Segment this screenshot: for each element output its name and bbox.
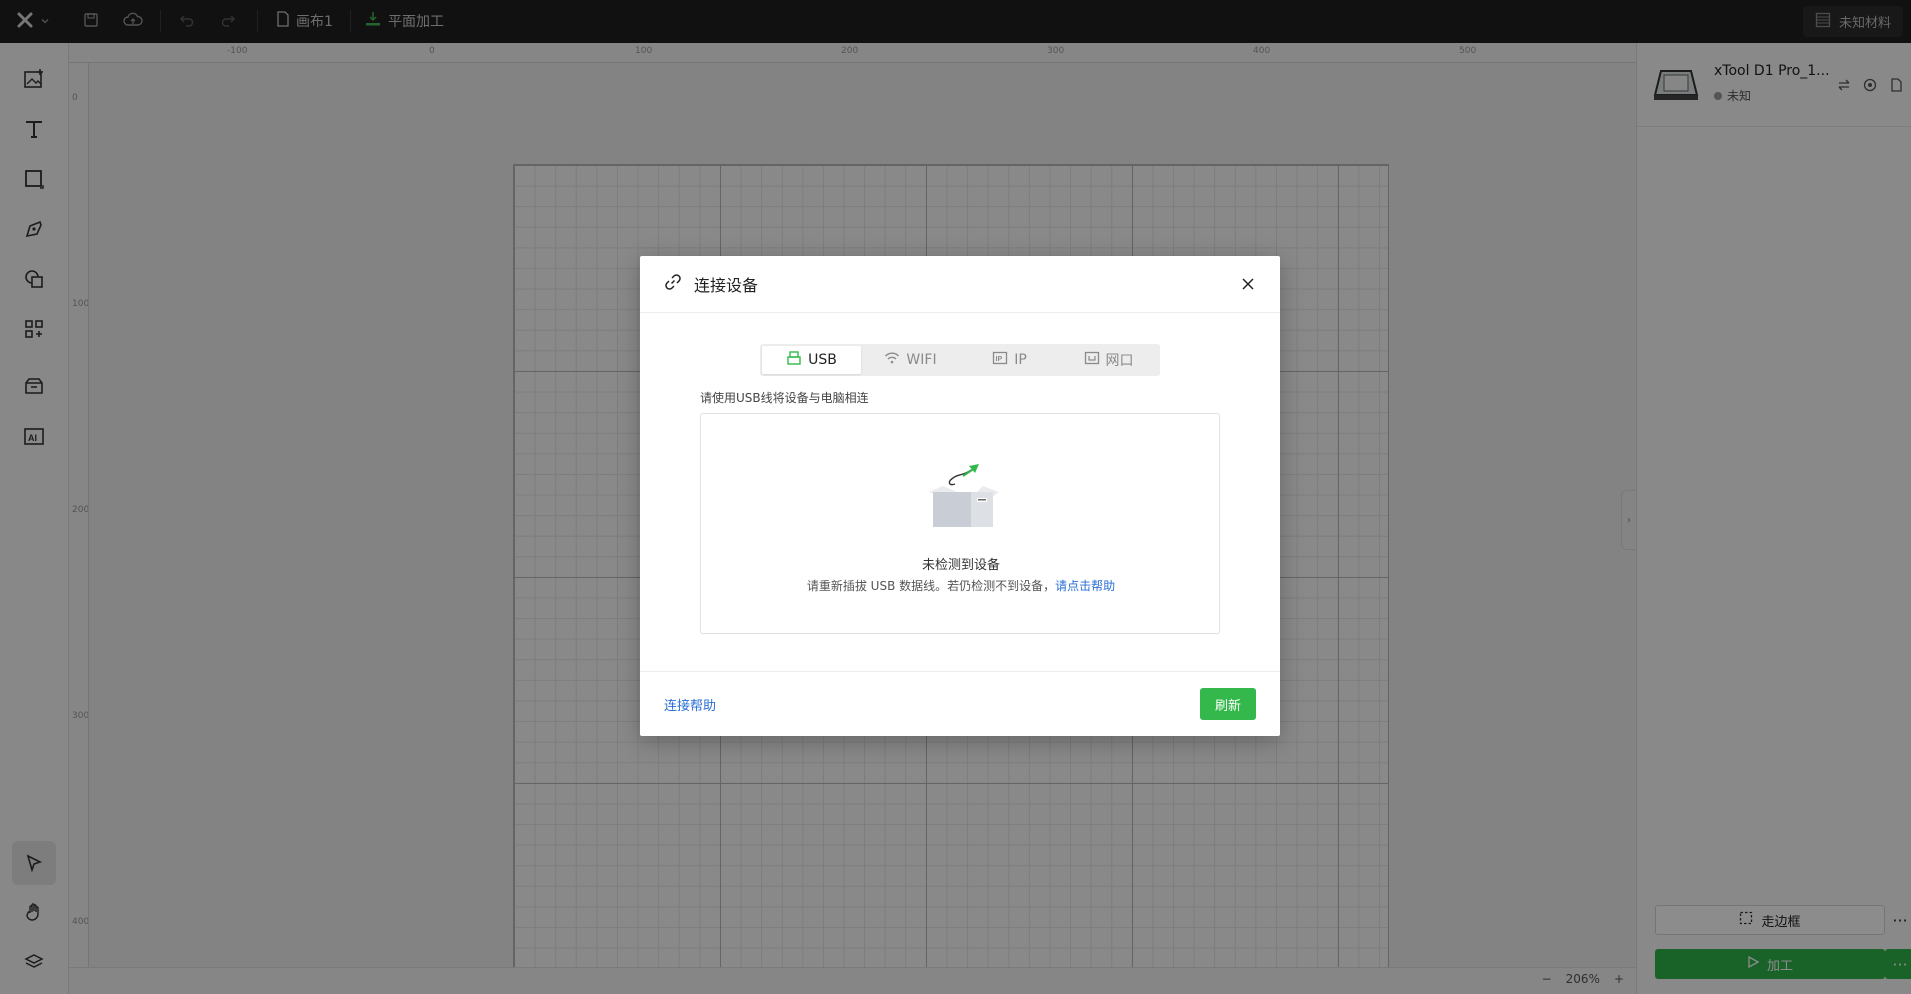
connect-device-dialog: 连接设备 USB WIFI IP IP 网口 请使用USB线将设备与电脑相连 未… [640,256,1280,736]
dialog-footer: 连接帮助 刷新 [640,671,1280,736]
tab-label: 网口 [1105,353,1134,369]
device-detect-box: 未检测到设备 请重新插拔 USB 数据线。若仍检测不到设备，请点击帮助 [700,413,1220,634]
ip-icon: IP [992,350,1008,370]
usb-icon [786,350,802,370]
click-help-link[interactable]: 请点击帮助 [1055,579,1115,593]
close-icon [1242,275,1254,294]
link-icon [664,273,682,295]
usb-hint-text: 请使用USB线将设备与电脑相连 [700,391,869,405]
connection-type-tabs: USB WIFI IP IP 网口 [760,344,1160,376]
close-button[interactable] [1238,274,1258,294]
ethernet-icon [1084,350,1100,370]
empty-state-title: 未检测到设备 [921,558,1000,573]
wifi-icon [884,350,900,370]
empty-desc-text: 请重新插拔 USB 数据线。若仍检测不到设备， [806,579,1056,593]
dialog-header: 连接设备 [640,256,1280,313]
tab-ip[interactable]: IP IP [960,346,1059,374]
empty-box-icon [923,462,1003,536]
dialog-title: 连接设备 [694,276,759,295]
tab-label: USB [808,352,837,368]
tab-wifi[interactable]: WIFI [861,346,960,374]
connection-help-link[interactable]: 连接帮助 [664,695,716,714]
empty-state-description: 请重新插拔 USB 数据线。若仍检测不到设备，请点击帮助 [701,577,1221,594]
refresh-button[interactable]: 刷新 [1200,688,1256,720]
tab-usb[interactable]: USB [762,346,861,374]
tab-label: WIFI [906,352,937,368]
tab-label: IP [1014,352,1027,368]
svg-text:IP: IP [996,356,1003,363]
tab-ethernet[interactable]: 网口 [1059,346,1158,374]
